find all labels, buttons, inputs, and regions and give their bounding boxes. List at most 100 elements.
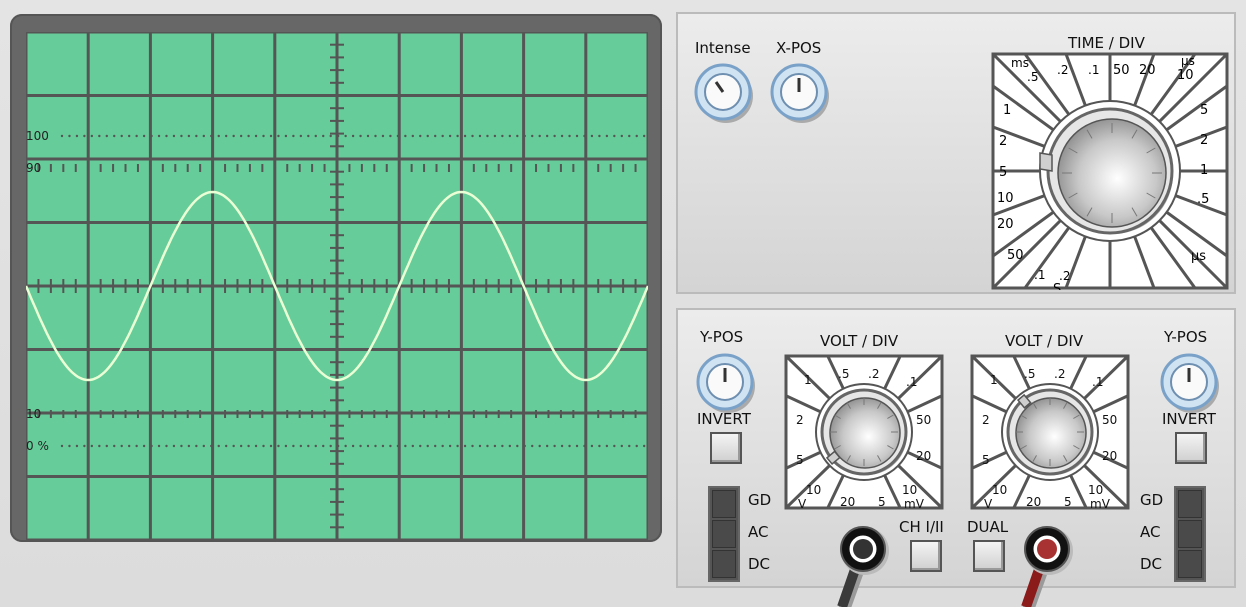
dotted-marker	[329, 444, 332, 448]
time-tick-0-1ms: .1	[1088, 63, 1099, 77]
dotted-marker	[68, 444, 71, 448]
ch1-ypos-label: Y-POS	[700, 328, 744, 346]
dotted-marker	[568, 444, 571, 448]
ch1-dc-position[interactable]	[712, 550, 736, 578]
dotted-marker	[292, 134, 295, 138]
dotted-marker	[404, 134, 407, 138]
ch1-volt-tick-vV: V	[798, 497, 807, 510]
ch2-volt-tick-v50: 50	[1102, 413, 1117, 427]
dotted-marker	[105, 134, 108, 138]
ch1-volt-tick-v2: 2	[796, 413, 804, 427]
dotted-marker	[239, 134, 243, 138]
dotted-marker	[389, 444, 392, 448]
ch1-gd-position[interactable]	[712, 490, 736, 518]
time-tick-10us: 10	[1177, 68, 1194, 83]
ch1-ac-position[interactable]	[712, 520, 736, 548]
vertical-control-panel: Y-POS INVERT GD AC DC VOLT / DIV 1 .5 .2 .1…	[676, 308, 1236, 588]
dotted-marker	[411, 134, 415, 138]
intensity-knob[interactable]	[690, 58, 758, 126]
ch2-volt-tick-v20: 20	[1102, 449, 1117, 463]
marker-90: 90	[26, 161, 41, 175]
ch2-invert-button[interactable]	[1175, 432, 1207, 464]
dotted-marker	[292, 444, 295, 448]
dotted-marker	[83, 444, 86, 448]
dotted-marker	[590, 444, 594, 448]
dotted-marker	[180, 134, 183, 138]
ch1-volt-tick-v10: 10	[806, 483, 821, 497]
dual-label: DUAL	[967, 518, 1009, 536]
marker-100: 100	[26, 129, 49, 143]
dotted-marker	[254, 444, 258, 448]
dotted-marker	[120, 134, 123, 138]
dotted-marker	[635, 444, 638, 448]
ch1-ypos-knob[interactable]	[692, 348, 760, 416]
ch2-volt-tick-v1: 1	[990, 373, 998, 387]
ch2-volt-knob-cap	[1015, 397, 1087, 469]
ch1-invert-button[interactable]	[710, 432, 742, 464]
ch1-coupling-switch[interactable]	[708, 486, 740, 582]
dotted-marker	[553, 134, 556, 138]
dotted-marker	[523, 444, 526, 448]
time-tick-20ms: 20	[997, 217, 1014, 232]
ch2-ac-position[interactable]	[1178, 520, 1202, 548]
time-div-selector[interactable]: ms .5 .2 .1 50 20 µs 10 5 2 1 .5 µs 1 2 …	[991, 52, 1229, 290]
dotted-marker	[628, 444, 631, 448]
dotted-marker	[180, 444, 183, 448]
dual-button[interactable]	[973, 540, 1005, 572]
dotted-marker	[545, 134, 549, 138]
dotted-marker	[381, 134, 385, 138]
dotted-marker	[351, 444, 355, 448]
ch1-volt-div-selector[interactable]: 1.5.2.12 505 2010V 20 510mV	[784, 354, 944, 510]
ch1-volt-tick-b10: 10	[902, 483, 917, 497]
dotted-marker	[441, 134, 444, 138]
dotted-marker	[456, 444, 459, 448]
ch2-volt-tick-b20: 20	[1026, 495, 1041, 509]
ch1-input-jack[interactable]	[830, 520, 900, 607]
dotted-marker	[642, 444, 646, 448]
ch2-coupling-switch[interactable]	[1174, 486, 1206, 582]
dotted-marker	[493, 134, 497, 138]
dotted-marker	[172, 444, 176, 448]
dotted-marker	[98, 444, 101, 448]
dotted-marker	[411, 444, 415, 448]
dotted-marker	[75, 134, 79, 138]
ch2-dc-position[interactable]	[1178, 550, 1202, 578]
dotted-marker	[605, 444, 609, 448]
horizontal-control-panel: Intense X-POS TIME / DIV ms .5 .2 .1 50 …	[676, 12, 1236, 294]
dotted-marker	[150, 134, 153, 138]
dotted-marker	[187, 134, 191, 138]
dotted-marker	[322, 444, 325, 448]
ch1-volt-tick-vp1: .1	[906, 375, 917, 389]
xpos-label: X-POS	[776, 39, 822, 57]
dotted-marker	[60, 134, 64, 138]
ch1-volt-tick-v20: 20	[916, 449, 931, 463]
dotted-marker	[150, 444, 153, 448]
ch2-ypos-knob[interactable]	[1156, 348, 1224, 416]
dotted-marker	[113, 134, 116, 138]
dotted-marker	[419, 134, 422, 138]
ch2-input-jack[interactable]	[1014, 520, 1084, 607]
ch2-volt-div-label: VOLT / DIV	[1005, 332, 1084, 350]
ch2-dc-label: DC	[1140, 555, 1163, 573]
ch-toggle-button[interactable]	[910, 540, 942, 572]
ch1-volt-tick-b20: 20	[840, 495, 855, 509]
dotted-marker	[583, 444, 586, 448]
dotted-marker	[508, 444, 512, 448]
dotted-marker	[90, 134, 94, 138]
dotted-marker	[478, 134, 482, 138]
dotted-marker	[560, 444, 564, 448]
ch2-gd-position[interactable]	[1178, 490, 1202, 518]
dotted-marker	[426, 134, 429, 138]
dotted-marker	[396, 134, 400, 138]
time-tick-0-2s: .2	[1059, 269, 1070, 283]
dotted-marker	[344, 444, 347, 448]
dotted-marker	[314, 444, 317, 448]
ch2-volt-div-selector[interactable]: 1.5.2.12 505 2010V 20 510mV	[970, 354, 1130, 510]
dotted-marker	[127, 134, 131, 138]
dotted-marker	[165, 444, 168, 448]
dotted-marker	[486, 134, 489, 138]
time-tick-10ms: 10	[997, 191, 1014, 206]
ch2-gd-label: GD	[1140, 491, 1164, 509]
time-tick-us-bottom: µs	[1191, 249, 1206, 264]
xpos-knob[interactable]	[766, 58, 834, 126]
